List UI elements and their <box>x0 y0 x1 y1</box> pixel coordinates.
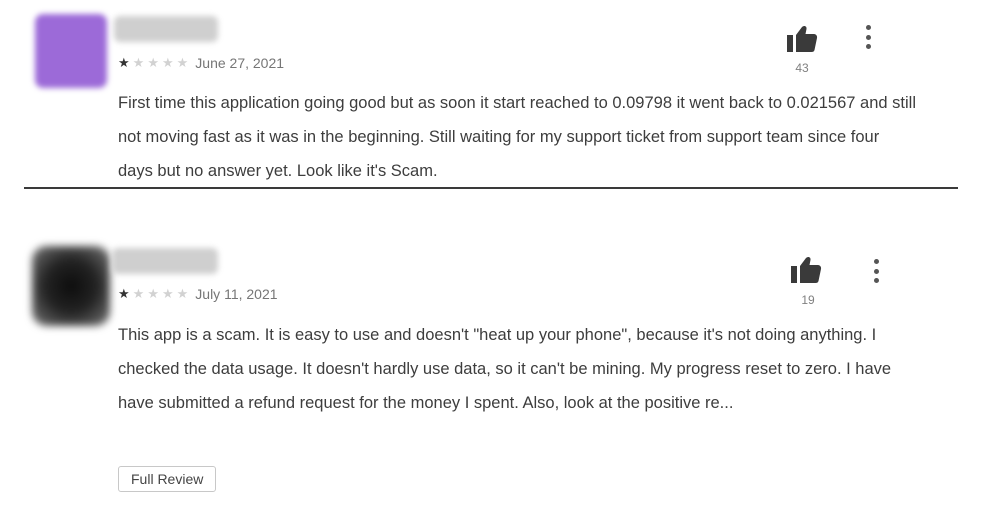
star-icon: ★ <box>147 286 159 301</box>
star-icon: ★ <box>161 286 174 301</box>
thumbs-up-icon[interactable] <box>790 256 822 284</box>
reviewer-name-redacted <box>112 248 218 274</box>
divider <box>24 187 958 189</box>
full-review-button[interactable]: Full Review <box>118 466 217 492</box>
thumbs-up-icon[interactable] <box>786 25 818 53</box>
review-text: This app is a scam. It is easy to use an… <box>118 326 892 412</box>
review-text: First time this application going good b… <box>118 94 916 180</box>
more-vert-icon[interactable] <box>860 24 876 50</box>
star-icon: ★ <box>176 286 189 301</box>
helpful-count: 43 <box>795 61 809 75</box>
avatar <box>32 246 110 326</box>
star-icon: ★ <box>118 55 130 70</box>
rating-row: ★ ★ ★ ★ ★ July 11, 2021 <box>118 286 278 302</box>
rating-row: ★ ★ ★ ★ ★ June 27, 2021 <box>118 55 284 71</box>
review-card: ★ ★ ★ ★ ★ June 27, 2021 43 First time th… <box>0 0 986 190</box>
star-icon: ★ <box>147 55 159 70</box>
review-date: July 11, 2021 <box>195 286 278 302</box>
reviewer-name-redacted <box>114 16 218 42</box>
review-date: June 27, 2021 <box>195 55 285 71</box>
avatar <box>35 14 107 88</box>
helpful-count: 19 <box>801 293 815 307</box>
star-icon: ★ <box>176 55 189 70</box>
star-icon: ★ <box>132 286 145 301</box>
review-card: ★ ★ ★ ★ ★ July 11, 2021 19 This app is a… <box>0 238 986 508</box>
star-icon: ★ <box>118 286 130 301</box>
star-icon: ★ <box>132 55 145 70</box>
star-icon: ★ <box>161 55 174 70</box>
more-vert-icon[interactable] <box>868 258 884 284</box>
